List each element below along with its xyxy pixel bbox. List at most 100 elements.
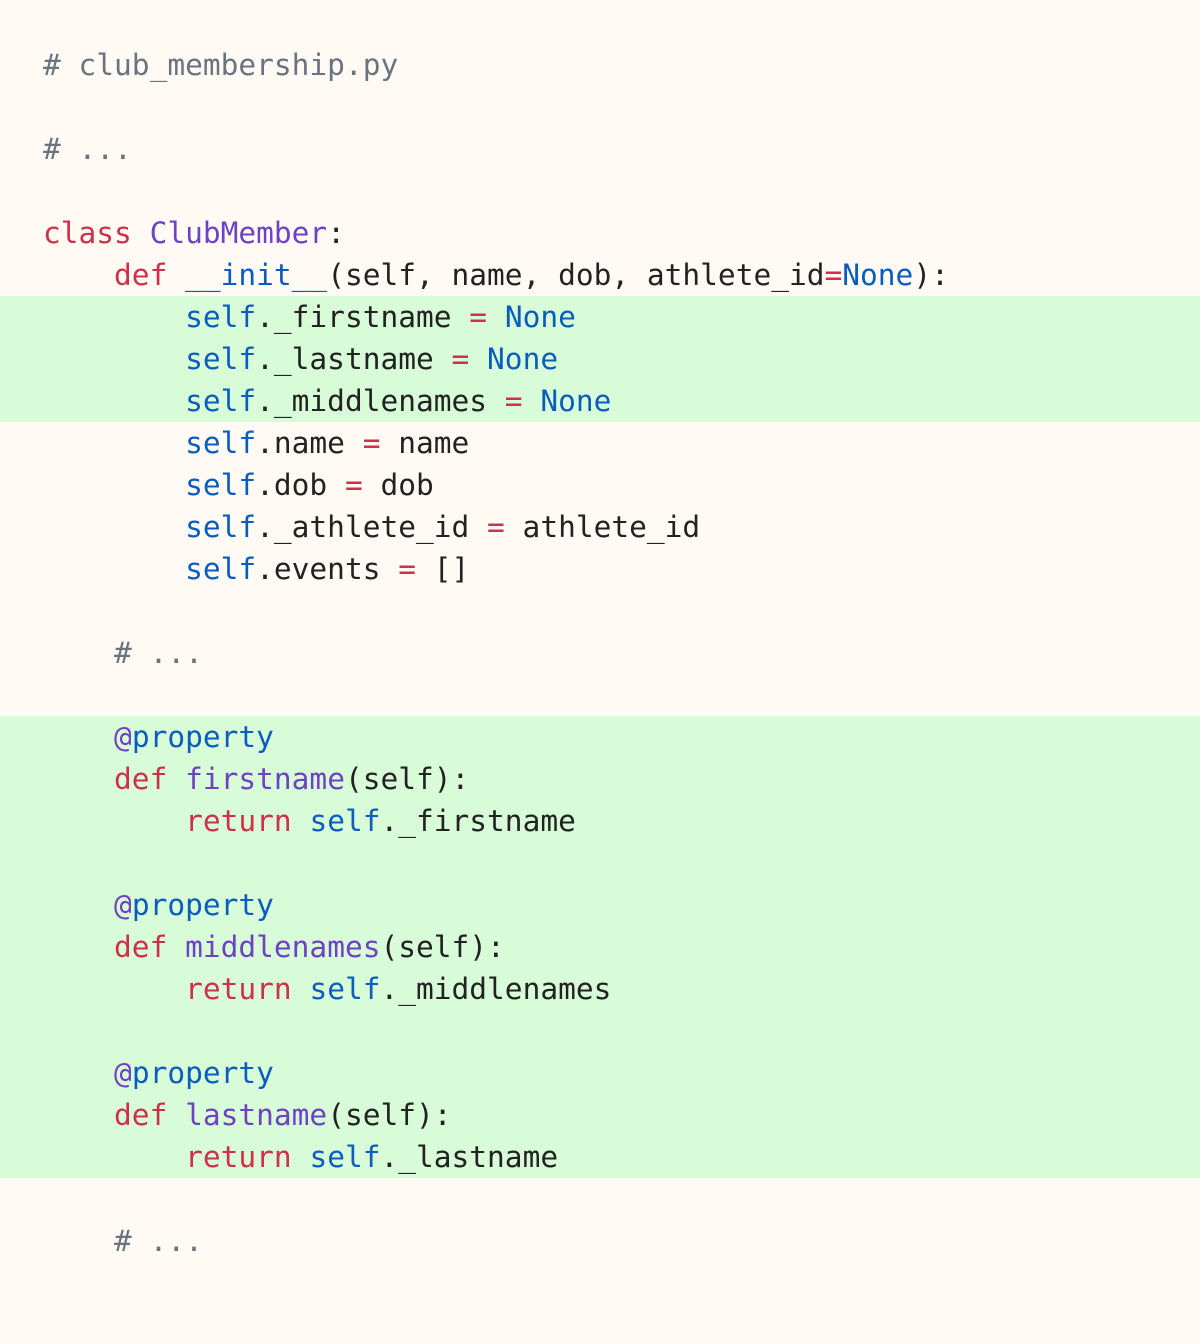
code-token-dec: @ (114, 720, 132, 754)
code-token-bi: self (309, 804, 381, 838)
code-token-bi: self (185, 342, 257, 376)
code-token-dec: @ (114, 888, 132, 922)
code-token-op: = (362, 426, 381, 460)
code-token-op: = (824, 258, 843, 292)
code-token-kw: return (185, 804, 292, 838)
highlighted-code-line: self._firstname = None (0, 296, 1200, 338)
code-token-plain: [] (416, 552, 470, 586)
code-token-kw: return (185, 972, 292, 1006)
code-line: self.name = name (0, 422, 1200, 464)
code-token-plain: (self): (344, 762, 470, 796)
code-token-kw: return (185, 1140, 292, 1174)
code-token-plain: ._middlenames (380, 972, 612, 1006)
highlighted-code-line: @property (0, 884, 1200, 926)
highlighted-code-line (0, 1010, 1200, 1052)
code-line: # ... (0, 1220, 1200, 1262)
code-token-bi: None (540, 384, 612, 418)
code-token-bi: None (504, 300, 576, 334)
code-token-plain: ): (913, 258, 949, 292)
code-token-kw: class (43, 216, 132, 250)
code-line: # club_membership.py (0, 44, 1200, 86)
code-token-fn: firstname (185, 762, 345, 796)
code-token-bi: self (185, 384, 257, 418)
highlighted-code-line: self._lastname = None (0, 338, 1200, 380)
code-token-comment: # ... (114, 636, 203, 670)
highlighted-code-line: return self._lastname (0, 1136, 1200, 1178)
code-token-bi: self (309, 972, 381, 1006)
code-token-bi: self (185, 552, 257, 586)
code-token-plain: (self, name, dob, athlete_id (327, 258, 825, 292)
highlighted-code-line: @property (0, 1052, 1200, 1094)
code-token-comment: # ... (43, 132, 132, 166)
code-token-kw: def (114, 930, 168, 964)
code-token-plain: ._firstname (256, 300, 470, 334)
code-token-plain: .name (256, 426, 363, 460)
highlighted-code-line: @property (0, 716, 1200, 758)
code-token-bi: property (131, 888, 274, 922)
code-line: # ... (0, 128, 1200, 170)
code-token-cls: ClubMember (149, 216, 328, 250)
highlighted-code-line: def lastname(self): (0, 1094, 1200, 1136)
code-line: self._athlete_id = athlete_id (0, 506, 1200, 548)
code-token-plain: (self): (380, 930, 505, 964)
code-token-plain: ._middlenames (256, 384, 505, 418)
highlighted-code-line (0, 842, 1200, 884)
code-token-dec: @ (114, 1056, 132, 1090)
highlighted-code-line: return self._firstname (0, 800, 1200, 842)
code-token-plain: name (380, 426, 470, 460)
code-token-bi: None (487, 342, 559, 376)
highlighted-code-line: def firstname(self): (0, 758, 1200, 800)
code-token-op: = (487, 510, 505, 544)
code-line: self.events = [] (0, 548, 1200, 590)
code-block: # club_membership.py # ... class ClubMembe… (0, 0, 1200, 1344)
code-token-op: = (469, 300, 488, 334)
code-token-op: = (398, 552, 416, 586)
code-token-fn: middlenames (185, 930, 381, 964)
code-token-op: = (504, 384, 523, 418)
code-token-plain: athlete_id (504, 510, 701, 544)
code-line: self.dob = dob (0, 464, 1200, 506)
code-token-op: = (451, 342, 470, 376)
code-token-plain: ._firstname (380, 804, 576, 838)
code-token-plain: : (327, 216, 345, 250)
code-token-kw: def (114, 762, 168, 796)
code-token-op: = (344, 468, 363, 502)
code-token-bi: property (131, 1056, 274, 1090)
code-token-plain: ._athlete_id (256, 510, 488, 544)
code-token-bi: self (185, 510, 257, 544)
code-token-bi: self (185, 426, 257, 460)
code-line: def __init__(self, name, dob, athlete_id… (0, 254, 1200, 296)
code-token-kw: def (114, 258, 168, 292)
code-token-comment: # club_membership.py (43, 48, 399, 82)
highlighted-code-line: self._middlenames = None (0, 380, 1200, 422)
